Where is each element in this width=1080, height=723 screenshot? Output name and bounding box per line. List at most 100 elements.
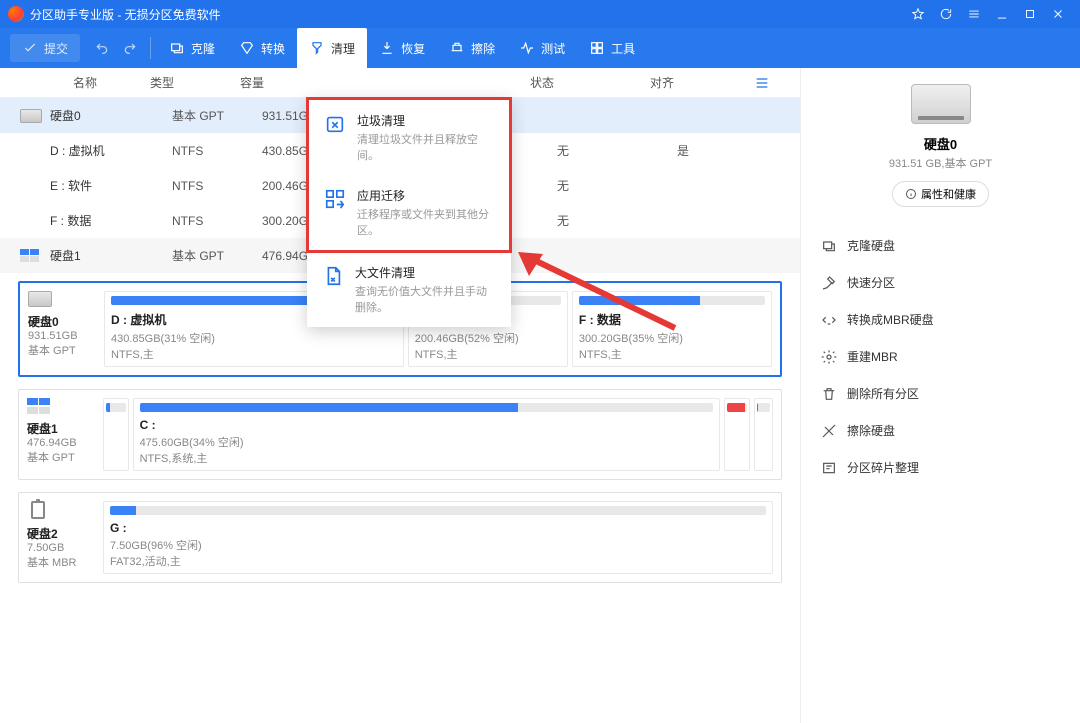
- action-1[interactable]: 快速分区: [817, 264, 1064, 301]
- partition-sub: 475.60GB(34% 空闲): [140, 437, 244, 449]
- view-toggle-icon[interactable]: [754, 75, 770, 94]
- action-label: 删除所有分区: [847, 385, 919, 402]
- col-status: 状态: [530, 74, 650, 91]
- cell-type: 基本 GPT: [172, 107, 262, 124]
- partition-fs: NTFS,主: [415, 349, 458, 361]
- action-label: 分区碎片整理: [847, 459, 919, 476]
- action-label: 擦除硬盘: [847, 422, 895, 439]
- col-name: 名称: [20, 74, 150, 91]
- partition-block[interactable]: F : 数据300.20GB(35% 空闲)NTFS,主: [572, 291, 772, 367]
- cell-name: 硬盘0: [50, 107, 172, 124]
- menu-item-desc: 迁移程序或文件夹到其他分区。: [357, 206, 495, 238]
- disk-map[interactable]: 硬盘27.50GB基本 MBRG :7.50GB(96% 空闲)FAT32,活动…: [18, 492, 782, 583]
- menu-item-large-file-cleanup[interactable]: 大文件清理查询无价值大文件并且手动删除。: [307, 252, 511, 327]
- ssd-icon: [20, 249, 40, 263]
- tab-3[interactable]: 恢复: [367, 28, 437, 68]
- cell-status: 无: [557, 177, 677, 194]
- cell-name: E : 软件: [50, 177, 172, 194]
- action-5[interactable]: 擦除硬盘: [817, 412, 1064, 449]
- title-bar: 分区助手专业版 - 无损分区免费软件: [0, 0, 1080, 28]
- properties-label: 属性和健康: [921, 186, 976, 202]
- cell-name: 硬盘1: [50, 247, 172, 264]
- partition-fs: NTFS,主: [579, 349, 622, 361]
- partition-block[interactable]: C :475.60GB(34% 空闲)NTFS,系统,主: [133, 398, 721, 471]
- menu-item-title: 垃圾清理: [357, 112, 495, 129]
- menu-item-junk-cleanup[interactable]: 垃圾清理清理垃圾文件并且释放空间。: [309, 100, 509, 175]
- col-type: 类型: [150, 74, 240, 91]
- app-title: 分区助手专业版 - 无损分区免费软件: [30, 6, 904, 23]
- app-logo: [8, 6, 24, 22]
- tab-5[interactable]: 测试: [507, 28, 577, 68]
- menu-item-title: 大文件清理: [355, 264, 497, 281]
- cell-status: 无: [557, 142, 677, 159]
- tab-label: 擦除: [471, 40, 495, 57]
- action-6[interactable]: 分区碎片整理: [817, 449, 1064, 486]
- right-panel: 硬盘0 931.51 GB,基本 GPT 属性和健康 克隆硬盘快速分区转换成MB…: [800, 68, 1080, 723]
- ssd-icon: [27, 398, 51, 414]
- redo-button[interactable]: [116, 28, 144, 68]
- disk-title: 硬盘0: [924, 134, 957, 153]
- cell-type: NTFS: [172, 179, 262, 193]
- tab-2[interactable]: 清理: [297, 28, 367, 68]
- cell-type: 基本 GPT: [172, 247, 262, 264]
- partition-fs: NTFS,主: [111, 349, 154, 361]
- action-0[interactable]: 克隆硬盘: [817, 227, 1064, 264]
- menu-item-desc: 清理垃圾文件并且释放空间。: [357, 131, 495, 163]
- close-icon[interactable]: [1044, 0, 1072, 28]
- col-cap: 容量: [240, 74, 330, 91]
- action-4[interactable]: 删除所有分区: [817, 375, 1064, 412]
- cell-name: F : 数据: [50, 212, 172, 229]
- toolbar: 提交 克隆 转换 清理 恢复 擦除 测试工具: [0, 28, 1080, 68]
- tab-label: 清理: [331, 40, 355, 57]
- tab-6[interactable]: 工具: [577, 28, 647, 68]
- partition-block[interactable]: * :100...FAT...: [103, 398, 129, 471]
- menu-icon[interactable]: [960, 0, 988, 28]
- app-migrate-icon: [323, 187, 347, 211]
- action-3[interactable]: 重建MBR: [817, 338, 1064, 375]
- properties-button[interactable]: 属性和健康: [892, 181, 989, 207]
- cell-status: 无: [557, 212, 677, 229]
- tab-0[interactable]: 克隆: [157, 28, 227, 68]
- separator: [150, 37, 151, 59]
- menu-item-title: 应用迁移: [357, 187, 495, 204]
- submit-button[interactable]: 提交: [10, 34, 80, 62]
- table-header: 名称 类型 容量 状态 对齐: [0, 68, 800, 98]
- partition-fs: FAT32,活动,主: [110, 556, 181, 568]
- disk-map-header: 硬盘0931.51GB基本 GPT: [28, 291, 96, 367]
- partition-block[interactable]: G :7.50GB(96% 空闲)FAT32,活动,主: [103, 501, 773, 574]
- action-2[interactable]: 转换成MBR硬盘: [817, 301, 1064, 338]
- disk-map[interactable]: 硬盘1476.94GB基本 GPT* :100...FAT...C :475.6…: [18, 389, 782, 480]
- action-label: 重建MBR: [847, 348, 898, 365]
- star-icon[interactable]: [904, 0, 932, 28]
- tab-label: 克隆: [191, 40, 215, 57]
- tab-1[interactable]: 转换: [227, 28, 297, 68]
- partition-sub: 300.20GB(35% 空闲): [579, 333, 683, 345]
- disk-map-header: 硬盘27.50GB基本 MBR: [27, 501, 95, 574]
- cell-type: NTFS: [172, 214, 262, 228]
- maximize-icon[interactable]: [1016, 0, 1044, 28]
- cleanup-dropdown: 垃圾清理清理垃圾文件并且释放空间。 应用迁移迁移程序或文件夹到其他分区。 大文件…: [307, 98, 511, 327]
- cell-type: NTFS: [172, 144, 262, 158]
- partition-block[interactable]: 672...NTFS...: [724, 398, 750, 471]
- tab-label: 转换: [261, 40, 285, 57]
- partition-fs: NTFS,系统,主: [140, 453, 208, 465]
- tab-4[interactable]: 擦除: [437, 28, 507, 68]
- partition-sub: 200.46GB(52% 空闲): [415, 333, 519, 345]
- partition-table: 垃圾清理清理垃圾文件并且释放空间。 应用迁移迁移程序或文件夹到其他分区。 大文件…: [0, 98, 800, 273]
- undo-button[interactable]: [88, 28, 116, 68]
- cell-name: D : 虚拟机: [50, 142, 172, 159]
- hdd-icon: [28, 291, 52, 307]
- tab-label: 恢复: [401, 40, 425, 57]
- action-label: 转换成MBR硬盘: [847, 311, 934, 328]
- tab-label: 测试: [541, 40, 565, 57]
- minimize-icon[interactable]: [988, 0, 1016, 28]
- hdd-icon: [20, 109, 42, 123]
- menu-item-app-migrate[interactable]: 应用迁移迁移程序或文件夹到其他分区。: [309, 175, 509, 250]
- disk-icon: [911, 84, 971, 124]
- submit-label: 提交: [44, 40, 68, 57]
- partition-block[interactable]: 8...N...: [754, 398, 773, 471]
- disk-subtitle: 931.51 GB,基本 GPT: [889, 155, 992, 171]
- partition-sub: 7.50GB(96% 空闲): [110, 540, 202, 552]
- large-file-icon: [321, 264, 345, 288]
- refresh-icon[interactable]: [932, 0, 960, 28]
